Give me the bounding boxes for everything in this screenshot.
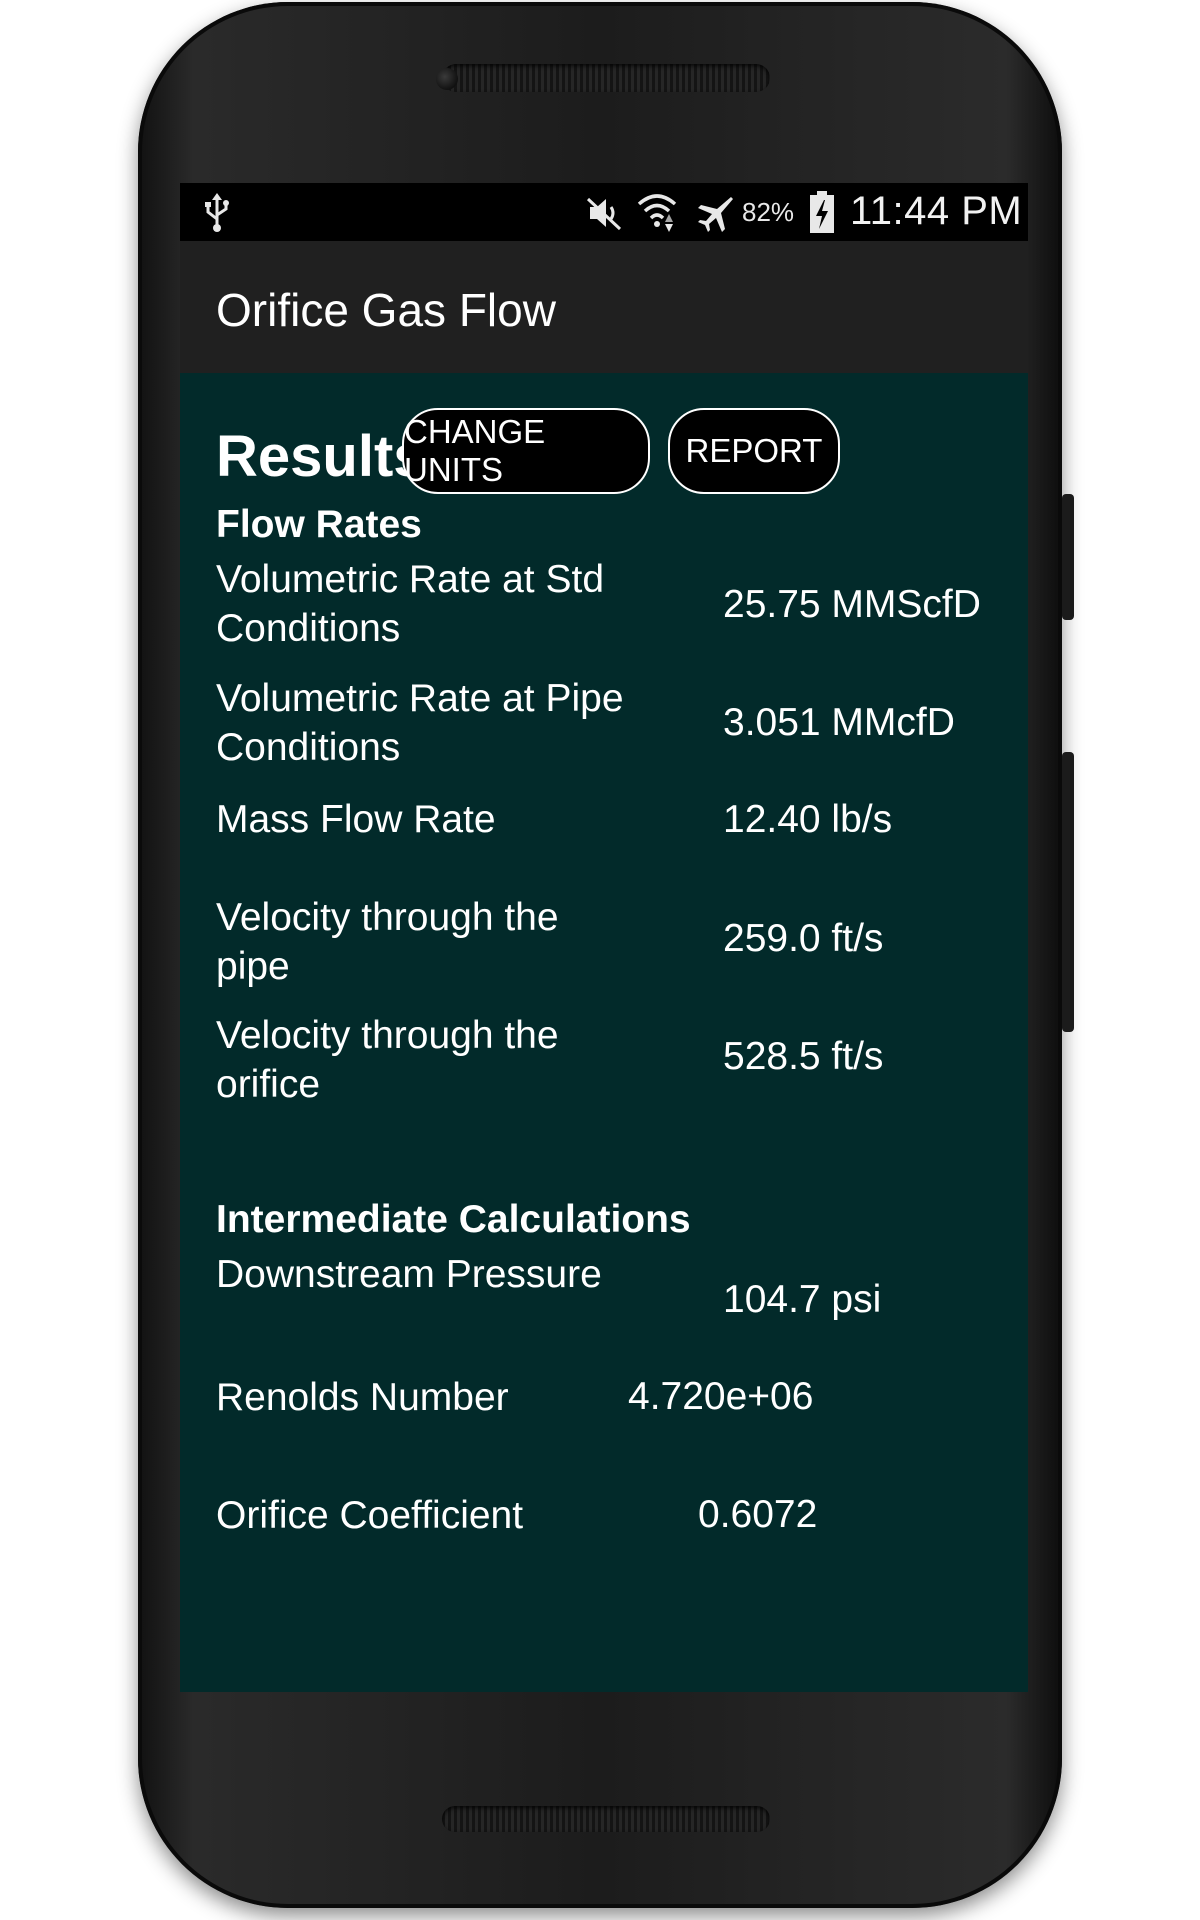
flow-rate-label: Mass Flow Rate [216,798,496,841]
flow-rate-label: Volumetric Rate at Pipe Conditions [216,677,624,769]
mute-icon [586,197,622,231]
flow-rate-value: 25.75 MMScfD [723,583,981,626]
flow-rate-value: 259.0 ft/s [723,917,884,960]
airplane-icon [698,197,733,232]
change-units-button[interactable]: CHANGE UNITS [402,408,650,494]
front-camera [436,68,458,90]
intermediate-value: 0.6072 [698,1493,818,1536]
usb-icon [205,193,229,232]
bottom-speaker [442,1806,770,1832]
flow-rates-heading: Flow Rates [216,503,422,546]
intermediate-label: Downstream Pressure [216,1253,602,1296]
battery-charging-icon [810,191,834,233]
status-clock: 11:44 PM [850,189,1023,233]
flow-rate-label: Volumetric Rate at Std Conditions [216,558,605,650]
flow-rate-value: 528.5 ft/s [723,1035,884,1078]
screen: 82% 11:44 PM Orifice Gas Flow Results CH… [180,183,1028,1692]
volume-button [1062,752,1074,1032]
intermediate-heading: Intermediate Calculations [216,1198,691,1241]
power-button [1062,494,1074,620]
intermediate-value: 104.7 psi [723,1278,882,1321]
flow-rate-label: Velocity through the pipe [216,896,559,988]
status-bar: 82% 11:44 PM [180,183,1028,241]
report-button[interactable]: REPORT [668,408,840,494]
results-title: Results [216,424,426,489]
earpiece-speaker [442,64,770,92]
battery-percent: 82% [742,197,795,227]
flow-rate-value: 12.40 lb/s [723,798,893,841]
flow-rate-value: 3.051 MMcfD [723,701,955,744]
intermediate-value: 4.720e+06 [628,1375,814,1418]
app-title: Orifice Gas Flow [216,284,556,336]
app-bar: Orifice Gas Flow [180,241,1028,373]
wifi-icon [637,194,677,232]
intermediate-label: Orifice Coefficient [216,1494,524,1537]
intermediate-label: Renolds Number [216,1376,509,1419]
flow-rate-label: Velocity through the orifice [216,1014,559,1106]
results-panel: Results CHANGE UNITS REPORT Flow Rates V… [180,373,1028,1692]
